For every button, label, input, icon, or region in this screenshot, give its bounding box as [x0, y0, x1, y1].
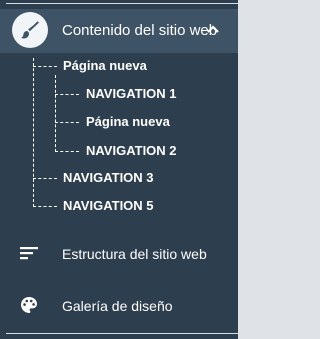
section-title: Contenido del sitio web [62, 22, 218, 39]
tree-connector [33, 178, 57, 179]
top-divider [6, 3, 238, 4]
menu-item-site-structure[interactable]: Estructura del sitio web [0, 234, 238, 274]
tree-item-navigation-5[interactable]: NAVIGATION 5 [63, 198, 154, 213]
tree-connector [33, 66, 57, 67]
bottom-divider [6, 333, 238, 334]
tree-connector [55, 151, 79, 152]
menu-item-design-gallery[interactable]: Galería de diseño [0, 286, 238, 326]
menu-item-label: Estructura del sitio web [62, 246, 207, 262]
tree-item-navigation-1[interactable]: NAVIGATION 1 [86, 86, 177, 101]
tree-connector [55, 75, 56, 152]
tree-connector [55, 122, 79, 123]
tree-item-navigation-3[interactable]: NAVIGATION 3 [63, 170, 154, 185]
structure-icon [20, 247, 38, 260]
tree-connector [55, 94, 79, 95]
website-content-section-header[interactable]: Contenido del sitio web [0, 9, 238, 53]
menu-item-label: Galería de diseño [62, 298, 173, 314]
sidebar-panel: Contenido del sitio web Página nueva NAV… [0, 0, 238, 339]
tree-item-child-page[interactable]: Página nueva [86, 114, 170, 129]
tree-connector [33, 206, 57, 207]
brush-icon [12, 12, 48, 48]
chevron-up-icon[interactable] [207, 25, 219, 33]
tree-connector [33, 58, 34, 207]
tree-item-root-page[interactable]: Página nueva [63, 58, 147, 73]
palette-icon [21, 297, 37, 313]
tree-item-navigation-2[interactable]: NAVIGATION 2 [86, 143, 177, 158]
